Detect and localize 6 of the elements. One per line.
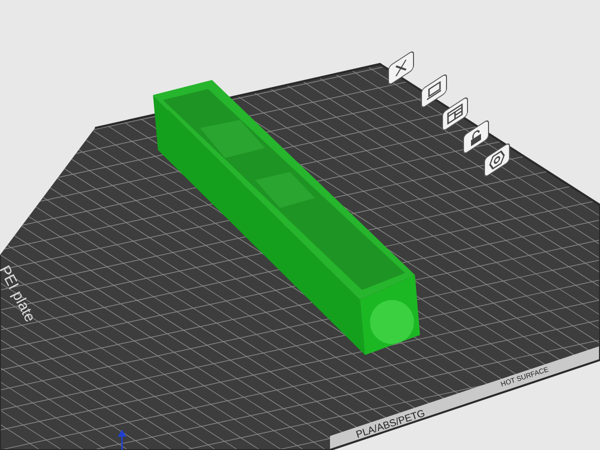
layout-icon (447, 102, 463, 126)
close-icon (394, 57, 408, 79)
plate-name-label: PEI plate (0, 262, 40, 326)
hexagon-icon (489, 148, 505, 172)
axis-icon (117, 430, 127, 450)
monitor-icon (426, 80, 442, 102)
